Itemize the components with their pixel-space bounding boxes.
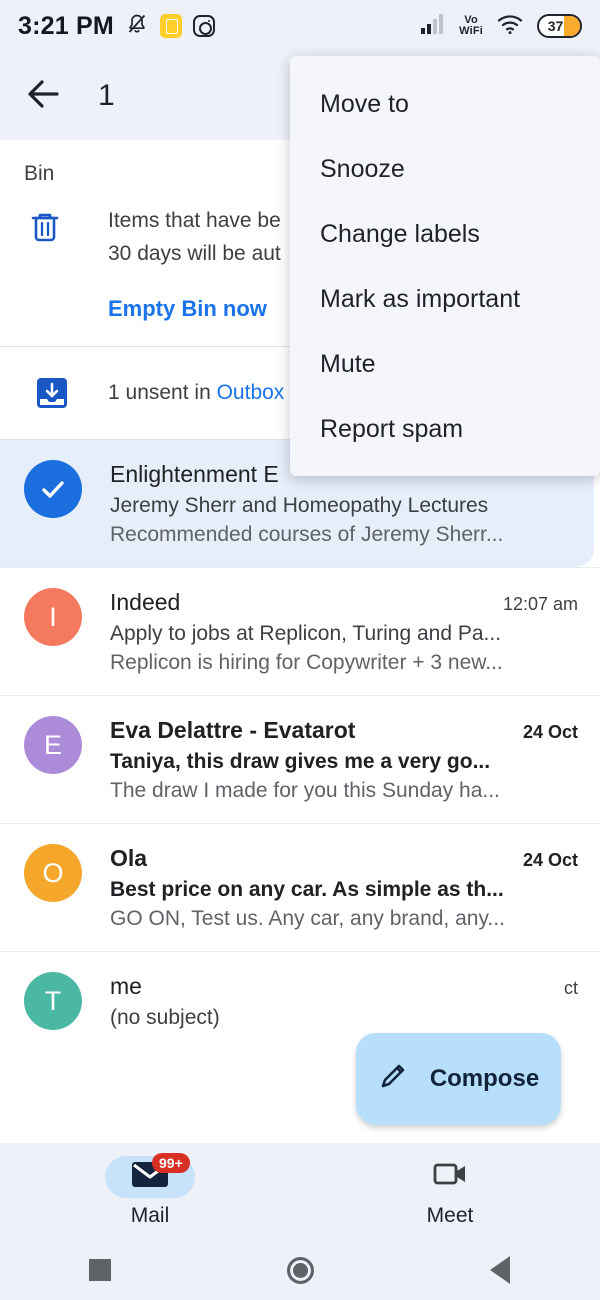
email-list: Enlightenment E Jeremy Sherr and Homeopat… xyxy=(0,440,600,1050)
bin-info-line-2: 30 days will be aut xyxy=(108,242,281,265)
check-icon xyxy=(42,481,64,498)
outbox-prefix: 1 unsent in xyxy=(108,381,217,404)
email-header-line: Ola 24 Oct xyxy=(110,845,578,872)
circle-home-icon[interactable] xyxy=(200,1256,400,1284)
menu-item-snooze[interactable]: Snooze xyxy=(290,137,600,202)
compose-label: Compose xyxy=(429,1065,540,1092)
email-body: Indeed 12:07 am Apply to jobs at Replicon,… xyxy=(82,588,578,675)
email-date: ct xyxy=(563,978,578,998)
email-date: 24 Oct xyxy=(522,850,578,870)
video-camera-icon xyxy=(430,1159,470,1194)
email-date: 12:07 am xyxy=(502,594,578,614)
email-header-line: Indeed 12:07 am xyxy=(110,589,578,616)
avatar[interactable]: O xyxy=(24,844,82,902)
bin-info-body: Items that have be 30 days will be aut E… xyxy=(80,204,281,322)
email-header-line: me ct xyxy=(110,973,578,1000)
email-row[interactable]: E Eva Delattre - Evatarot 24 Oct Taniya, th… xyxy=(0,696,600,823)
mail-tab-pill: 99+ xyxy=(105,1152,195,1198)
notifications-off-icon xyxy=(125,12,149,41)
menu-item-change-labels[interactable]: Change labels xyxy=(290,202,600,267)
avatar[interactable]: E xyxy=(24,716,82,774)
avatar[interactable]: T xyxy=(24,972,82,1030)
bottom-nav-tab-mail[interactable]: 99+ Mail xyxy=(0,1143,300,1240)
instagram-icon xyxy=(192,15,215,37)
trash-icon xyxy=(24,204,80,322)
meet-tab-label: Meet xyxy=(426,1203,474,1227)
pencil-icon xyxy=(378,1060,412,1099)
mail-unread-badge: 99+ xyxy=(152,1152,190,1173)
email-row[interactable]: I Indeed 12:07 am Apply to jobs at Replicon… xyxy=(0,568,600,695)
bin-info-line-1: Items that have be xyxy=(108,209,281,232)
outbox-icon xyxy=(24,373,80,413)
email-subject: Apply to jobs at Replicon, Turing and Pa… xyxy=(110,622,502,645)
email-sender: Enlightenment E xyxy=(110,461,279,487)
battery-percent-label: 37 xyxy=(547,18,564,34)
menu-item-mute[interactable]: Mute xyxy=(290,332,600,397)
email-sender: Indeed xyxy=(110,589,181,615)
status-bar-clock: 3:21 PM xyxy=(18,11,114,40)
bottom-nav-tab-meet[interactable]: Meet xyxy=(300,1143,600,1240)
compose-button[interactable]: Compose xyxy=(356,1033,561,1125)
email-sender: Ola xyxy=(110,845,148,871)
email-body: Ola 24 Oct Best price on any car. As simpl… xyxy=(82,844,578,931)
menu-item-move-to[interactable]: Move to xyxy=(290,72,600,137)
email-body: Eva Delattre - Evatarot 24 Oct Taniya, thi… xyxy=(82,716,578,803)
phone-screen: 3:21 PM Vo WiFi 37 1 Bin Items that have… xyxy=(0,0,600,1300)
email-row[interactable]: O Ola 24 Oct Best price on any car. As simp… xyxy=(0,824,600,951)
wifi-icon xyxy=(496,13,524,40)
menu-item-report-spam[interactable]: Report spam xyxy=(290,397,600,462)
status-bar: 3:21 PM Vo WiFi 37 xyxy=(0,0,600,52)
email-sender: Eva Delattre - Evatarot xyxy=(110,717,356,743)
bottom-navigation: 99+ Mail Meet xyxy=(0,1143,600,1240)
email-snippet: Recommended courses of Jeremy Sherr... xyxy=(110,523,504,546)
email-subject: Best price on any car. As simple as th..… xyxy=(110,878,504,901)
email-body: me ct (no subject) xyxy=(82,972,578,1030)
cellular-signal-icon xyxy=(420,13,446,40)
android-navigation-bar xyxy=(0,1240,600,1300)
app-yellow-icon xyxy=(159,14,182,38)
overflow-menu: Move to Snooze Change labels Mark as import… xyxy=(290,56,600,476)
email-snippet: GO ON, Test us. Any car, any brand, any.… xyxy=(110,907,505,930)
back-arrow-icon[interactable] xyxy=(24,74,64,119)
status-bar-left: 3:21 PM xyxy=(18,12,215,41)
empty-bin-now-link[interactable]: Empty Bin now xyxy=(108,296,267,322)
email-sender: me xyxy=(110,973,142,999)
battery-indicator: 37 xyxy=(537,14,582,38)
email-subject: (no subject) xyxy=(110,1006,220,1029)
email-snippet: The draw I made for you this Sunday ha..… xyxy=(110,779,500,802)
email-subject: Jeremy Sherr and Homeopathy Lectures xyxy=(110,494,489,517)
square-recents-icon[interactable] xyxy=(0,1259,200,1281)
mail-tab-label: Mail xyxy=(130,1203,170,1227)
outbox-text: 1 unsent in Outbox xyxy=(80,381,284,405)
status-bar-right: Vo WiFi 37 xyxy=(420,13,582,40)
selection-count: 1 xyxy=(98,79,115,112)
selected-check-avatar[interactable] xyxy=(24,460,82,518)
email-header-line: Eva Delattre - Evatarot 24 Oct xyxy=(110,717,578,744)
email-subject: Taniya, this draw gives me a very go... xyxy=(110,750,491,773)
email-snippet: Replicon is hiring for Copywriter + 3 ne… xyxy=(110,651,503,674)
avatar[interactable]: I xyxy=(24,588,82,646)
outbox-link[interactable]: Outbox xyxy=(217,381,285,404)
meet-tab-pill xyxy=(405,1156,495,1198)
triangle-back-icon[interactable] xyxy=(400,1256,600,1284)
vowifi-indicator: Vo WiFi xyxy=(459,14,483,37)
email-date: 24 Oct xyxy=(522,722,578,742)
menu-item-mark-as-important[interactable]: Mark as important xyxy=(290,267,600,332)
